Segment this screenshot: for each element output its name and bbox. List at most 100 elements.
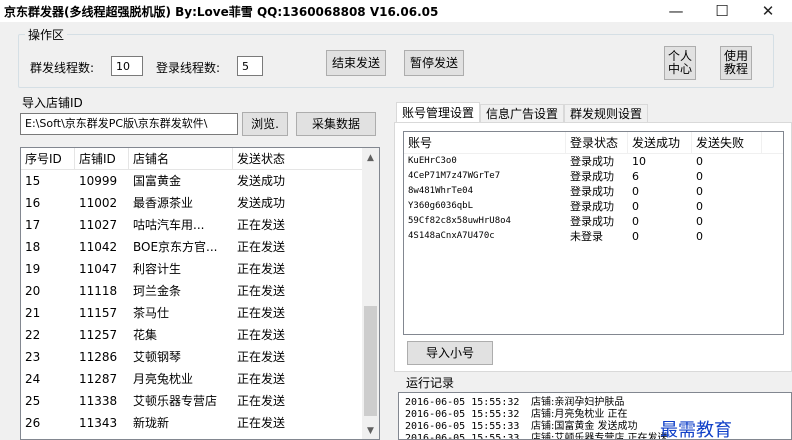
column-header[interactable]: 发送状态 (233, 148, 363, 169)
personal-center-button[interactable]: 个人 中心 (664, 46, 696, 80)
table-row[interactable]: 8w481WhrTe04 登录成功 0 0 (404, 184, 783, 199)
row-shop-id: 11343 (79, 416, 118, 430)
row-send-status: 正在发送 (237, 306, 286, 320)
table-row[interactable]: 4CeP71M7z47WGrTe7 登录成功 6 0 (404, 169, 783, 184)
row-send-fail: 0 (696, 170, 703, 183)
row-send-status: 发送成功 (237, 174, 286, 188)
scroll-down-icon[interactable]: ▼ (362, 423, 379, 439)
row-send-status: 正在发送 (237, 394, 286, 408)
row-shop-id: 11002 (79, 196, 118, 210)
table-row[interactable]: 23 11286 艾顿钢琴 正在发送 (21, 346, 379, 368)
stop-send-button[interactable]: 结束发送 (326, 50, 386, 76)
settings-tabs: 账号管理设置 信息广告设置 群发规则设置 (396, 102, 649, 123)
row-shop-name: 国富黄金 (133, 174, 182, 188)
row-shop-id: 11286 (79, 350, 118, 364)
log-line: 2016-06-05 15:55:33 店铺:国富黄金 发送成功 (399, 421, 791, 433)
row-send-status: 正在发送 (237, 262, 286, 276)
minimize-button[interactable]: — (656, 0, 696, 22)
column-header[interactable]: 店铺ID (75, 148, 129, 169)
row-seq-id: 15 (25, 174, 41, 188)
row-account: Y360g6036qbL (408, 201, 474, 211)
table-row[interactable]: 19 11047 利容计生 正在发送 (21, 258, 379, 280)
table-row[interactable]: 26 11343 新珑新 正在发送 (21, 412, 379, 434)
row-send-status: 正在发送 (237, 372, 286, 386)
window-title: 京东群发器(多线程超强脱机版) By:Love菲雪 QQ:1360068808 … (4, 5, 439, 19)
account-list-body: KuEHrC3o0 登录成功 10 0 4CeP71M7z47WGrTe7 登录成功 6 0 8… (404, 154, 783, 244)
table-row[interactable]: 21 11157 茶马仕 正在发送 (21, 302, 379, 324)
table-row[interactable]: 59Cf82c8x58uwHrU8o4 登录成功 0 0 (404, 214, 783, 229)
scroll-up-icon[interactable]: ▲ (362, 150, 379, 166)
table-row[interactable]: 17 11027 咕咕汽车用... 正在发送 (21, 214, 379, 236)
log-line: 2016-06-05 15:55:32 店铺:亲润孕妇护肤品 (399, 397, 791, 409)
login-threads-input[interactable]: 5 (237, 56, 263, 76)
row-seq-id: 26 (25, 416, 41, 430)
browse-button[interactable]: 浏览. (242, 112, 288, 136)
row-send-fail: 0 (696, 155, 703, 168)
log-timestamp: 2016-06-05 15:55:33 (405, 421, 520, 432)
maximize-button[interactable]: ☐ (702, 0, 742, 22)
collect-data-button[interactable]: 采集数据 (296, 112, 376, 136)
row-send-success: 0 (632, 185, 639, 198)
column-header[interactable]: 登录状态 (566, 132, 628, 153)
row-send-success: 0 (632, 230, 639, 243)
tab-ad-settings[interactable]: 信息广告设置 (480, 104, 565, 123)
row-send-status: 正在发送 (237, 416, 286, 430)
row-shop-id: 10999 (79, 174, 118, 188)
table-row[interactable]: 24 11287 月亮兔枕业 正在发送 (21, 368, 379, 390)
send-threads-label: 群发线程数: (30, 61, 95, 75)
row-shop-name: 利容计生 (133, 262, 182, 276)
table-row[interactable]: KuEHrC3o0 登录成功 10 0 (404, 154, 783, 169)
row-seq-id: 19 (25, 262, 41, 276)
log-line: 2016-06-05 15:55:33 店铺:艾顿乐器专营店 正在发送 (399, 433, 791, 439)
row-seq-id: 17 (25, 218, 41, 232)
log-line: 2016-06-05 15:55:32 店铺:月亮兔枕业 正在 (399, 409, 791, 421)
shop-list[interactable]: 序号ID 店铺ID 店铺名 发送状态 15 10999 国富黄金 发送成功 16 1100… (20, 147, 380, 440)
shop-list-scrollbar[interactable]: ▲ ▼ (362, 148, 379, 439)
row-send-success: 0 (632, 200, 639, 213)
account-list[interactable]: 账号 登录状态 发送成功 发送失败 KuEHrC3o0 登录成功 10 0 4CeP71… (403, 131, 784, 335)
account-tab-panel: 账号 登录状态 发送成功 发送失败 KuEHrC3o0 登录成功 10 0 4CeP71… (394, 122, 792, 372)
table-row[interactable]: 22 11257 花集 正在发送 (21, 324, 379, 346)
log-timestamp: 2016-06-05 15:55:32 (405, 409, 520, 420)
row-shop-id: 11042 (79, 240, 118, 254)
account-list-header: 账号 登录状态 发送成功 发送失败 (404, 132, 783, 154)
row-send-status: 正在发送 (237, 218, 286, 232)
table-row[interactable]: Y360g6036qbL 登录成功 0 0 (404, 199, 783, 214)
tab-send-rules[interactable]: 群发规则设置 (564, 104, 649, 123)
pause-send-button[interactable]: 暂停发送 (404, 50, 464, 76)
column-header[interactable]: 序号ID (21, 148, 75, 169)
scroll-thumb[interactable] (364, 306, 377, 416)
row-account: 4CeP71M7z47WGrTe7 (408, 171, 501, 181)
table-row[interactable]: 18 11042 BOE京东方官... 正在发送 (21, 236, 379, 258)
path-input[interactable]: E:\Soft\京东群发PC版\京东群发软件\ (20, 113, 238, 135)
table-row[interactable]: 4S148aCnxA7U470c 未登录 0 0 (404, 229, 783, 244)
row-shop-id: 11118 (79, 284, 118, 298)
tutorial-button[interactable]: 使用 教程 (720, 46, 752, 80)
row-login-status: 登录成功 (570, 155, 614, 168)
row-login-status: 登录成功 (570, 185, 614, 198)
table-row[interactable]: 20 11118 珂兰金条 正在发送 (21, 280, 379, 302)
tab-account-management[interactable]: 账号管理设置 (396, 102, 481, 123)
row-shop-id: 11047 (79, 262, 118, 276)
log-label: 运行记录 (406, 376, 455, 390)
column-header[interactable]: 账号 (404, 132, 566, 153)
import-accounts-button[interactable]: 导入小号 (407, 341, 493, 365)
log-message: 店铺:亲润孕妇护肤品 (531, 397, 625, 408)
log-box[interactable]: 2016-06-05 15:55:32 店铺:亲润孕妇护肤品 2016-06-05 … (398, 392, 792, 440)
log-timestamp: 2016-06-05 15:55:32 (405, 397, 520, 408)
column-header[interactable]: 发送失败 (692, 132, 762, 153)
row-shop-name: 新珑新 (133, 416, 170, 430)
column-header[interactable]: 店铺名 (129, 148, 233, 169)
table-row[interactable]: 16 11002 最香源茶业 发送成功 (21, 192, 379, 214)
row-seq-id: 22 (25, 328, 41, 342)
row-shop-id: 11157 (79, 306, 118, 320)
table-row[interactable]: 25 11338 艾顿乐器专营店 正在发送 (21, 390, 379, 412)
row-send-fail: 0 (696, 185, 703, 198)
column-header[interactable]: 发送成功 (628, 132, 692, 153)
row-seq-id: 25 (25, 394, 41, 408)
close-button[interactable]: ✕ (748, 0, 788, 22)
row-shop-name: 最香源茶业 (133, 196, 194, 210)
row-login-status: 登录成功 (570, 200, 614, 213)
table-row[interactable]: 15 10999 国富黄金 发送成功 (21, 170, 379, 192)
send-threads-input[interactable]: 10 (111, 56, 143, 76)
